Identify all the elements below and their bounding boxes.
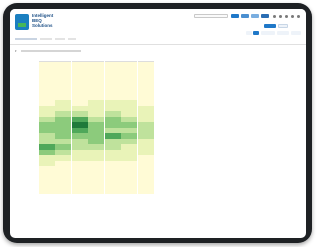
panel-title-placeholder — [21, 50, 81, 52]
toolbar-button-4[interactable] — [261, 14, 269, 18]
toggle-option-2[interactable] — [253, 31, 259, 35]
heatmap-cell[interactable] — [38, 188, 55, 194]
panel-header[interactable]: ▾ — [15, 49, 19, 53]
subnav-indicator-1 — [15, 38, 37, 40]
tablet-device: Intelligent BEQ Solutions ▾ — [3, 3, 312, 243]
heatmap-cell[interactable] — [71, 188, 88, 194]
toolbar-button-2[interactable] — [241, 14, 249, 18]
heatmap-cell[interactable] — [55, 188, 71, 194]
heatmap-row — [18, 188, 154, 194]
app-header: Intelligent BEQ Solutions — [10, 9, 306, 47]
brand-name[interactable]: Intelligent BEQ Solutions — [32, 13, 72, 28]
settings-icon[interactable] — [291, 15, 294, 18]
toggle-option-3[interactable] — [261, 31, 275, 35]
bell-icon[interactable] — [279, 15, 282, 18]
toggle-option-5[interactable] — [291, 31, 301, 35]
subnav-indicator-3 — [55, 38, 65, 40]
filter-chip-secondary[interactable] — [278, 24, 288, 28]
heatmap-row-label — [18, 188, 38, 194]
more-icon[interactable] — [297, 15, 300, 18]
heatmap-cell[interactable] — [121, 188, 137, 194]
subnav-indicator-4 — [68, 38, 76, 40]
toolbar-button-1[interactable] — [231, 14, 239, 18]
filter-chip-primary[interactable] — [264, 24, 276, 28]
user-icon[interactable] — [285, 15, 288, 18]
search-input[interactable] — [194, 14, 228, 18]
toolbar-button-3[interactable] — [251, 14, 259, 18]
app-screen: Intelligent BEQ Solutions ▾ — [10, 9, 306, 238]
info-icon[interactable] — [273, 15, 276, 18]
brand-logo-icon — [15, 14, 29, 30]
toggle-option-4[interactable] — [277, 31, 289, 35]
heatmap-cell[interactable] — [88, 188, 104, 194]
brand-line-3: Solutions — [32, 23, 53, 28]
toggle-option-1[interactable] — [246, 31, 252, 35]
heatmap-cell[interactable] — [104, 188, 121, 194]
header-divider — [10, 44, 306, 45]
subnav-indicator-2 — [40, 38, 52, 40]
heatmap-table — [18, 56, 154, 194]
chevron-down-icon[interactable]: ▾ — [15, 49, 17, 53]
heatmap-cell[interactable] — [137, 188, 154, 194]
